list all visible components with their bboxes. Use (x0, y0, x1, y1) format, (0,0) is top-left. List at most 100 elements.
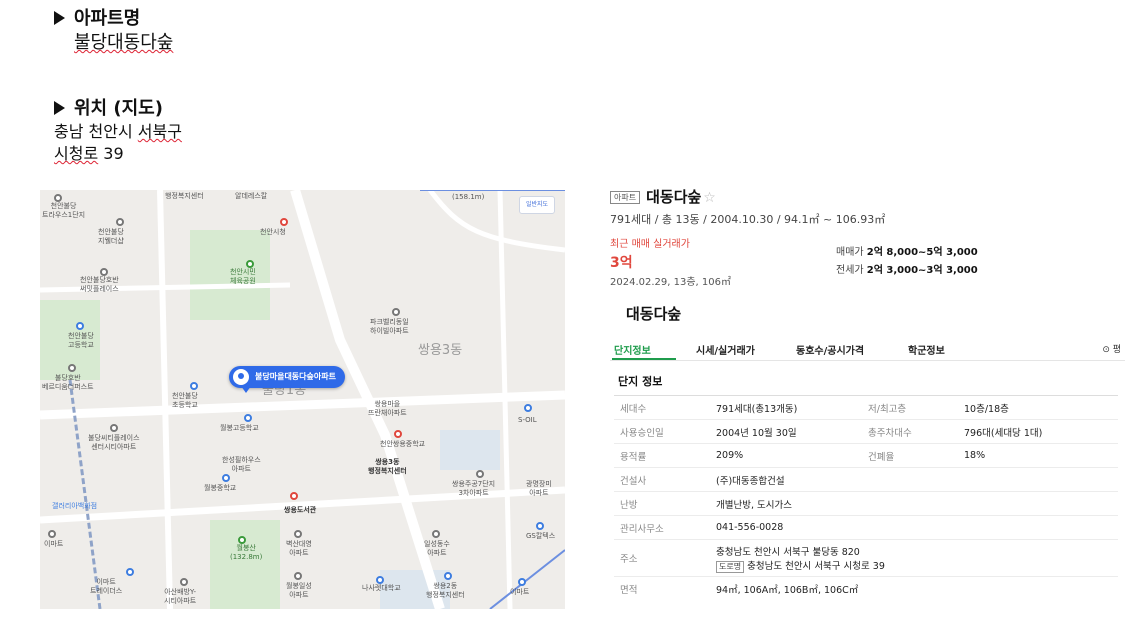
map-label[interactable]: 월봉중학교 (204, 484, 236, 493)
poi-icon[interactable] (180, 578, 188, 586)
map-label[interactable]: 한성필하우스 아파트 (222, 456, 261, 474)
map-label[interactable]: 갤러리아백화점 (52, 502, 97, 511)
poi-icon[interactable] (68, 364, 76, 372)
apartment-map-marker[interactable]: 불당마을대동다숲아파트 (229, 366, 345, 393)
water-area (440, 430, 500, 470)
field-value: (주)대동종합건설 (710, 467, 1118, 492)
field-value: 94㎡, 106A㎡, 106B㎡, 106C㎡ (710, 576, 1118, 600)
store-icon[interactable] (518, 578, 526, 586)
map-label[interactable]: 쌍용도서관 (284, 506, 316, 515)
poi-icon[interactable] (294, 530, 302, 538)
school-icon[interactable] (190, 382, 198, 390)
field-label: 사용승인일 (614, 419, 710, 444)
map-label[interactable]: 월봉고등학교 (220, 424, 259, 433)
map-label[interactable]: 불당호반 베르디움더퍼스트 (42, 374, 94, 392)
map-label[interactable]: 천안불당호반 써밋플레이스 (80, 276, 119, 294)
mountain-icon[interactable] (238, 536, 246, 544)
section-heading-apt-name: 아파트명 (54, 8, 140, 30)
map-label[interactable]: 이마트 (510, 588, 529, 597)
poi-icon[interactable] (392, 308, 400, 316)
map-label[interactable]: 아산배방Y- 시티아파트 (164, 588, 196, 606)
map-label[interactable]: 나사렛대학교 (362, 584, 401, 593)
map-label[interactable]: GS칼텍스 (526, 532, 555, 541)
map-label[interactable]: 벽산대영 아파트 (286, 540, 312, 558)
price-block: 최근 매매 실거래가 3억 2024.02.29, 13층, 106㎡ 매매가 … (610, 235, 1125, 288)
field-label: 용적률 (614, 443, 710, 468)
poi-icon[interactable] (444, 572, 452, 580)
store-icon[interactable] (126, 568, 134, 576)
field-label: 면적 (614, 576, 710, 600)
panel-header: 아파트 대동다숲 ☆ (610, 186, 1125, 207)
park-icon[interactable] (246, 260, 254, 268)
section-heading-location: 위치 (지도) (54, 98, 163, 120)
map-label[interactable]: 알데레스칼 (235, 192, 267, 201)
gas-station-icon[interactable] (524, 404, 532, 412)
poi-icon[interactable] (100, 268, 108, 276)
tab-complex-info[interactable]: 단지정보 (614, 342, 651, 357)
poi-icon[interactable] (54, 194, 62, 202)
map-label[interactable]: 천안불당 초등학교 (172, 392, 198, 410)
gas-station-icon[interactable] (536, 522, 544, 530)
map-label[interactable]: 천안쌍용중학교 (380, 440, 425, 449)
map-label[interactable]: 천안시청 (260, 228, 286, 237)
triangle-bullet-icon (54, 11, 65, 25)
map-label[interactable]: 일성동수 아파트 (424, 540, 450, 558)
library-icon[interactable] (290, 492, 298, 500)
pyeong-toggle[interactable]: ⊙ 평 (1102, 342, 1121, 355)
school-icon[interactable] (222, 474, 230, 482)
map-label[interactable]: 쌍용3동 행정복지센터 (368, 458, 407, 476)
field-value: 041-556-0028 (710, 515, 1118, 540)
map-label[interactable]: 이마트 트레이더스 (90, 578, 122, 596)
map-label[interactable]: 쌍용2동 행정복지센터 (426, 582, 465, 600)
tab-unit-price[interactable]: 동호수/공시가격 (796, 342, 864, 357)
map-label[interactable]: 천안불당 트라우스1단지 (42, 202, 85, 220)
address-line-2: 시청로 39 (54, 143, 124, 164)
school-icon[interactable] (76, 322, 84, 330)
poi-icon[interactable] (294, 572, 302, 580)
map-label[interactable]: 천안시민 체육공원 (230, 268, 256, 286)
poi-icon[interactable] (432, 530, 440, 538)
favorite-star-icon[interactable]: ☆ (703, 190, 716, 206)
map-label[interactable]: 천안불당 고등학교 (68, 332, 94, 350)
map-label[interactable]: 이마트 (44, 540, 63, 549)
map-label[interactable]: 월봉산 (132.8m) (230, 544, 262, 562)
address-part: 시청로 (54, 144, 99, 163)
map-view[interactable]: 일반지도 천안불당 트라우스1단지 행정복지센터 알데레스칼 (158.1m) … (40, 190, 565, 609)
poi-icon[interactable] (48, 530, 56, 538)
field-label: 저/최고층 (862, 395, 958, 420)
map-label[interactable]: S-OIL (518, 416, 537, 425)
poi-icon[interactable] (116, 218, 124, 226)
school-icon[interactable] (244, 414, 252, 422)
map-label[interactable]: 행정복지센터 (165, 192, 204, 201)
poi-icon[interactable] (110, 424, 118, 432)
city-hall-icon[interactable] (280, 218, 288, 226)
tab-school[interactable]: 학군정보 (908, 342, 945, 357)
map-label[interactable]: 월봉일성 아파트 (286, 582, 312, 600)
field-value: 18% (958, 443, 1118, 468)
road-address-tag: 도로명 (716, 560, 745, 573)
map-label[interactable]: 파크벨리동일 하이빌아파트 (370, 318, 409, 336)
apartment-info-panel: 아파트 대동다숲 ☆ 791세대 / 총 13동 / 2004.10.30 / 94… (610, 186, 1125, 600)
complex-info-table: 세대수 791세대(총13개동) 저/최고층 10층/18층 사용승인일 200… (614, 395, 1118, 600)
toggle-icon: ⊙ (1102, 345, 1113, 355)
address-part: 서북구 (137, 122, 182, 141)
map-label[interactable]: 천안불당 지웰더샵 (98, 228, 124, 246)
map-label[interactable]: 쌍용주공7단지 3차아파트 (452, 480, 495, 498)
triangle-bullet-icon (54, 101, 65, 115)
sale-price-row: 매매가 2억 8,000~5억 3,000 (836, 243, 978, 258)
map-label[interactable]: 광명장미 아파트 (526, 480, 552, 498)
school-icon[interactable] (394, 430, 402, 438)
map-label[interactable]: 쌍용마을 뜨란채아파트 (368, 400, 407, 418)
school-icon[interactable] (376, 576, 384, 584)
map-mode-button[interactable]: 일반지도 (519, 196, 555, 214)
field-label: 세대수 (614, 395, 710, 420)
complex-info-title: 단지 정보 (618, 375, 663, 388)
jeonse-price-row: 전세가 2억 3,000~3억 3,000 (836, 261, 978, 276)
tab-price[interactable]: 시세/실거래가 (696, 342, 755, 357)
section-heading-text: 아파트명 (74, 8, 141, 29)
table-row: 난방 개별난방, 도시가스 (614, 491, 1118, 516)
map-label[interactable]: 불당씨티플레이스 센터시티아파트 (88, 434, 140, 452)
field-label: 건폐율 (862, 443, 958, 468)
pyeong-toggle-label: 평 (1112, 345, 1121, 355)
poi-icon[interactable] (476, 470, 484, 478)
